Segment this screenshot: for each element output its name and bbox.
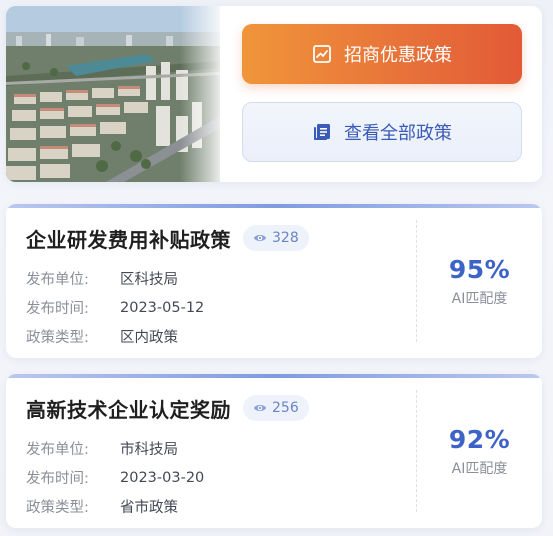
meta-row-publisher: 发布单位: 区科技局: [26, 264, 406, 293]
match-label: AI匹配度: [451, 290, 508, 307]
policy-title: 高新技术企业认定奖励: [26, 397, 231, 422]
match-percentage: 92%: [448, 424, 511, 454]
meta-row-type: 政策类型: 区内政策: [26, 322, 406, 351]
meta-key: 发布单位:: [26, 442, 89, 458]
match-label: AI匹配度: [451, 460, 508, 477]
policy-title-row: 企业研发费用补贴政策 328: [26, 222, 406, 254]
meta-value: 区科技局: [120, 272, 178, 288]
view-all-policies-label: 查看全部政策: [344, 123, 452, 144]
meta-key: 发布时间:: [26, 301, 89, 317]
ai-match-score: 95% AI匹配度: [417, 204, 542, 358]
meta-key: 政策类型:: [26, 330, 89, 346]
meta-value: 区内政策: [120, 330, 178, 346]
meta-key: 发布单位:: [26, 272, 89, 288]
hero-card: 招商优惠政策 查看全部政策: [6, 6, 542, 182]
meta-row-date: 发布时间: 2023-03-20: [26, 463, 406, 492]
meta-value: 市科技局: [120, 442, 178, 458]
policy-title: 企业研发费用补贴政策: [26, 227, 231, 252]
match-percentage: 95%: [448, 254, 511, 284]
meta-row-date: 发布时间: 2023-05-12: [26, 293, 406, 322]
view-all-policies-button[interactable]: 查看全部政策: [242, 102, 522, 162]
policy-info: 企业研发费用补贴政策 328 发布单位: 区科技局 发布时间: 2023-05-…: [26, 222, 406, 351]
view-count: 328: [272, 230, 299, 246]
policy-card[interactable]: 高新技术企业认定奖励 256 发布单位: 市科技局 发布时间: 2023-03-…: [6, 374, 542, 528]
city-aerial-photo: [6, 6, 220, 182]
view-count-badge: 256: [243, 395, 309, 421]
policy-title-row: 高新技术企业认定奖励 256: [26, 392, 406, 424]
view-count: 256: [272, 400, 299, 416]
meta-row-publisher: 发布单位: 市科技局: [26, 434, 406, 463]
meta-value: 2023-03-20: [120, 469, 205, 486]
meta-value: 2023-05-12: [120, 299, 205, 316]
meta-value: 省市政策: [120, 500, 178, 516]
meta-key: 发布时间:: [26, 471, 89, 487]
eye-icon: [253, 405, 267, 411]
ai-match-score: 92% AI匹配度: [417, 374, 542, 528]
policy-meta: 发布单位: 市科技局 发布时间: 2023-03-20 政策类型: 省市政策: [26, 434, 406, 521]
meta-key: 政策类型:: [26, 500, 89, 516]
chart-line-icon: [313, 45, 331, 63]
policy-info: 高新技术企业认定奖励 256 发布单位: 市科技局 发布时间: 2023-03-…: [26, 392, 406, 521]
document-list-icon: [314, 124, 330, 140]
investment-policy-label: 招商优惠政策: [344, 45, 452, 66]
policy-meta: 发布单位: 区科技局 发布时间: 2023-05-12 政策类型: 区内政策: [26, 264, 406, 351]
meta-row-type: 政策类型: 省市政策: [26, 492, 406, 521]
policy-card[interactable]: 企业研发费用补贴政策 328 发布单位: 区科技局 发布时间: 2023-05-…: [6, 204, 542, 358]
view-count-badge: 328: [243, 225, 309, 251]
eye-icon: [253, 235, 267, 241]
investment-policy-button[interactable]: 招商优惠政策: [242, 24, 522, 84]
page: 招商优惠政策 查看全部政策 企业研发费用补贴政策 328 发布单位: 区科技局 …: [0, 0, 553, 536]
